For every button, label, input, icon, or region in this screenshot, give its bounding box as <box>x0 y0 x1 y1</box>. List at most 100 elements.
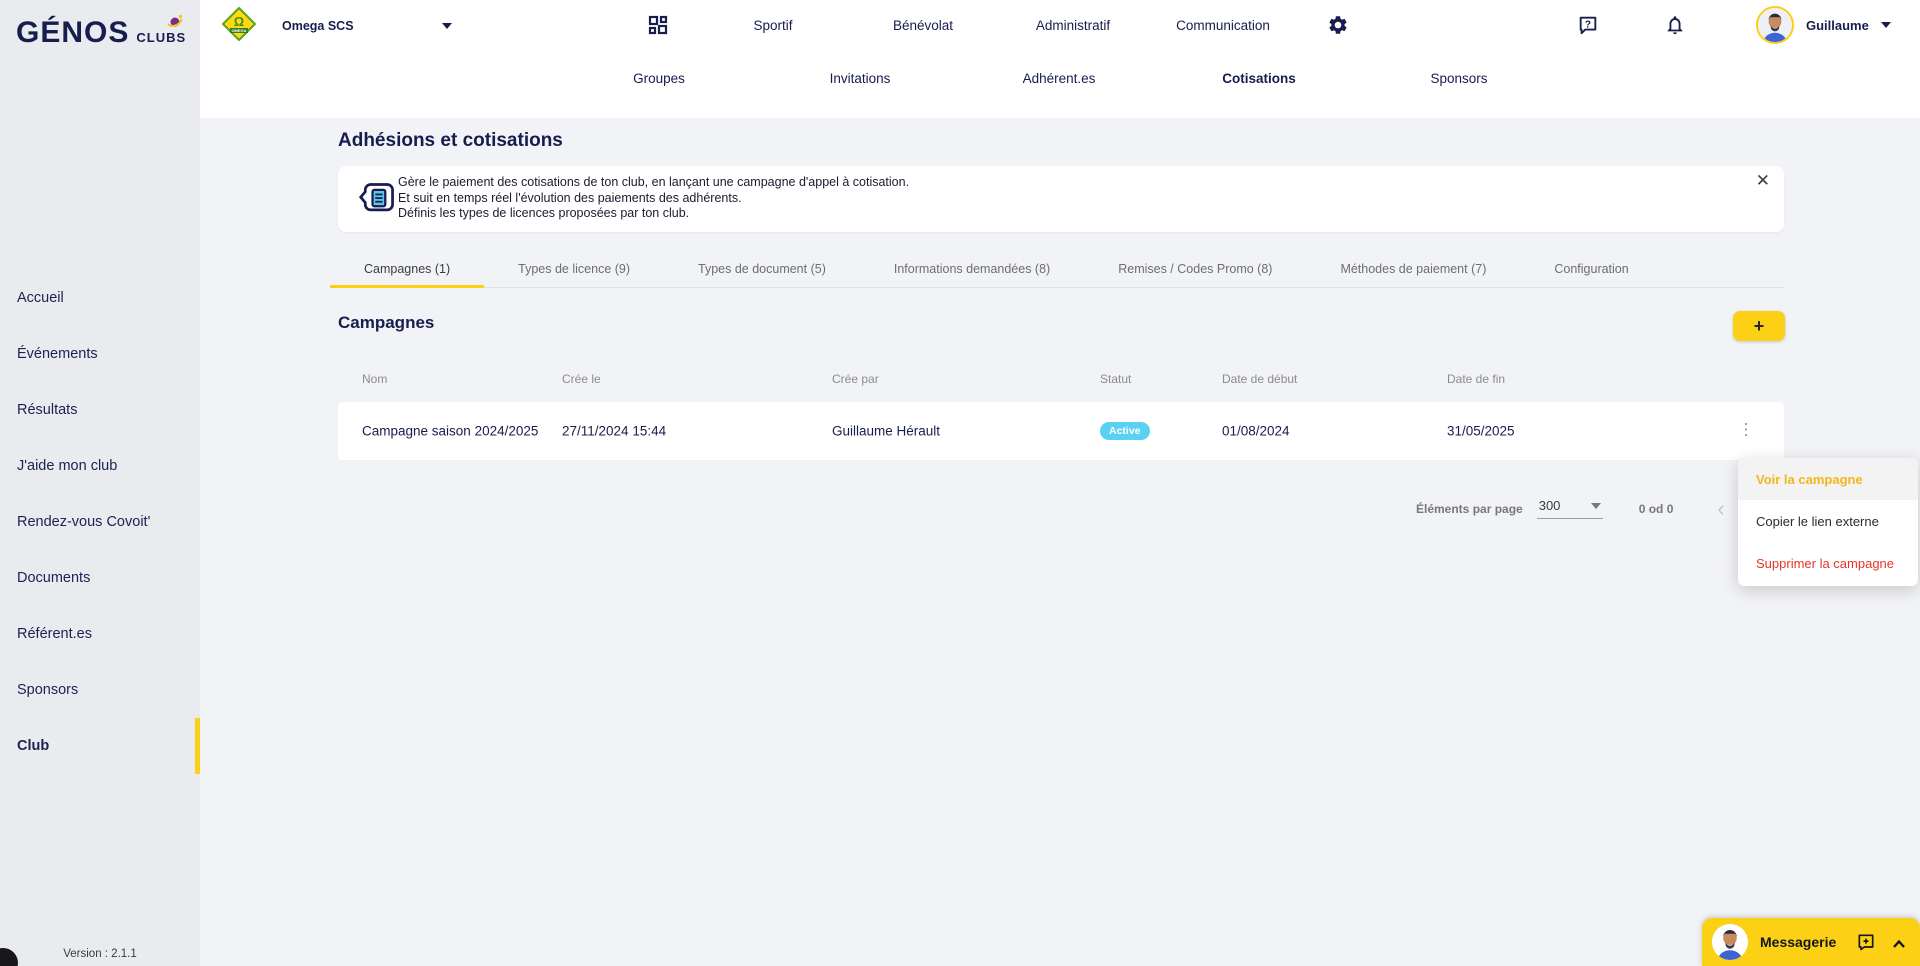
club-selector[interactable]: Ω OMEGA Omega SCS <box>222 8 452 44</box>
nav-item-label: Sportif <box>753 18 792 33</box>
subnav-item-invitations[interactable]: Invitations <box>830 50 891 106</box>
page-size-value: 300 <box>1539 498 1561 513</box>
dashboard-grid-icon[interactable] <box>647 0 669 50</box>
sidebar-item-label: Club <box>17 738 49 754</box>
help-icon[interactable]: ? <box>1577 0 1599 50</box>
cell-start-date: 01/08/2024 <box>1222 424 1290 439</box>
sidebar-item-label: Événements <box>17 346 98 362</box>
subnav-item-sponsors[interactable]: Sponsors <box>1430 50 1487 106</box>
intro-line-2: Et suit en temps réel l'évolution des pa… <box>398 191 909 207</box>
user-menu[interactable]: Guillaume <box>1756 0 1891 50</box>
add-campaign-button[interactable]: + <box>1733 311 1785 341</box>
menu-item-voir-la-campagne[interactable]: Voir la campagne <box>1738 458 1918 500</box>
row-context-menu: Voir la campagne Copier le lien externe … <box>1738 458 1918 586</box>
intro-text: Gère le paiement des cotisations de ton … <box>398 175 909 222</box>
brand-name: GÉNOS <box>16 16 129 50</box>
tab-methodes-de-paiement[interactable]: Méthodes de paiement (7) <box>1306 252 1520 288</box>
status-badge: Active <box>1100 422 1150 440</box>
sidebar-item-label: Rendez-vous Covoit' <box>17 514 150 530</box>
page-title: Adhésions et cotisations <box>338 130 563 152</box>
sidebar-item-label: Résultats <box>17 402 77 418</box>
table-row: Campagne saison 2024/2025 27/11/2024 15:… <box>338 402 1784 460</box>
chevron-up-icon[interactable] <box>1892 936 1906 954</box>
tab-types-de-document[interactable]: Types de document (5) <box>664 252 860 288</box>
section-title: Campagnes <box>338 313 434 333</box>
nav-item-label: Administratif <box>1036 18 1110 33</box>
row-actions-kebab-icon[interactable]: ⋮ <box>1736 423 1756 440</box>
paginator: Éléments par page 300 0 od 0 ‹ <box>1416 498 1725 519</box>
cell-end-date: 31/05/2025 <box>1447 424 1515 439</box>
svg-text:?: ? <box>1585 19 1591 30</box>
app-version: Version : 2.1.1 <box>0 948 200 960</box>
nav-item-label: Communication <box>1176 18 1270 33</box>
nav-item-administratif[interactable]: Administratif <box>1036 0 1110 50</box>
paginator-label: Éléments par page <box>1416 502 1523 516</box>
chevron-down-icon <box>1881 22 1891 28</box>
column-header-date-debut: Date de début <box>1222 372 1297 386</box>
sidebar-item-documents[interactable]: Documents <box>0 550 200 606</box>
paginator-range: 0 od 0 <box>1639 502 1674 516</box>
close-icon[interactable]: ✕ <box>1756 172 1770 189</box>
cell-created-by: Guillaume Hérault <box>832 424 940 439</box>
subnav-item-label: Invitations <box>830 71 891 86</box>
subnav-item-label: Sponsors <box>1430 71 1487 86</box>
sidebar-item-label: Sponsors <box>17 682 78 698</box>
tab-campagnes[interactable]: Campagnes (1) <box>330 252 484 288</box>
new-message-icon[interactable] <box>1856 932 1876 957</box>
intro-card: Gère le paiement des cotisations de ton … <box>338 166 1784 232</box>
tab-types-de-licence[interactable]: Types de licence (9) <box>484 252 664 288</box>
nav-item-sportif[interactable]: Sportif <box>753 0 792 50</box>
sidebar-menu: Accueil Événements Résultats J'aide mon … <box>0 270 200 774</box>
sidebar-item-label: J'aide mon club <box>17 458 117 474</box>
svg-text:Ω: Ω <box>234 14 244 29</box>
chevron-down-icon <box>442 23 452 29</box>
messenger-avatar <box>1712 924 1748 960</box>
sidebar: GÉNOS CLUBS Accueil Événements Résultats… <box>0 0 200 966</box>
sidebar-item-evenements[interactable]: Événements <box>0 326 200 382</box>
messenger-label: Messagerie <box>1760 934 1836 950</box>
column-header-cree-le: Crée le <box>562 372 601 386</box>
top-header: Ω OMEGA Omega SCS Sportif Bénévolat Admi… <box>200 0 1920 118</box>
subnav-item-label: Groupes <box>633 71 685 86</box>
document-bubble-icon <box>358 179 398 224</box>
avatar <box>1756 6 1794 44</box>
tab-remises-codes-promo[interactable]: Remises / Codes Promo (8) <box>1084 252 1306 288</box>
settings-gear-icon[interactable] <box>1327 0 1349 50</box>
subnav: Groupes Invitations Adhérent.es Cotisati… <box>200 50 1920 106</box>
sidebar-item-rendez-vous-covoit[interactable]: Rendez-vous Covoit' <box>0 494 200 550</box>
nav-item-communication[interactable]: Communication <box>1176 0 1270 50</box>
svg-text:OMEGA: OMEGA <box>231 28 246 33</box>
subnav-item-adherentes[interactable]: Adhérent.es <box>1023 50 1096 106</box>
messenger-bar[interactable]: Messagerie <box>1702 918 1920 966</box>
subnav-item-groupes[interactable]: Groupes <box>633 50 685 106</box>
intro-line-3: Définis les types de licences proposées … <box>398 206 909 222</box>
sidebar-item-jaide-mon-club[interactable]: J'aide mon club <box>0 438 200 494</box>
tab-bar: Campagnes (1) Types de licence (9) Types… <box>330 252 1784 288</box>
column-header-cree-par: Crée par <box>832 372 879 386</box>
nav-item-benevolat[interactable]: Bénévolat <box>893 0 953 50</box>
chevron-down-icon <box>1591 503 1601 509</box>
sidebar-item-club[interactable]: Club <box>0 718 200 774</box>
menu-item-copier-le-lien-externe[interactable]: Copier le lien externe <box>1738 500 1918 542</box>
page-size-select[interactable]: 300 <box>1537 498 1603 519</box>
menu-item-supprimer-la-campagne[interactable]: Supprimer la campagne <box>1738 542 1918 584</box>
notifications-bell-icon[interactable] <box>1664 0 1686 50</box>
table-header: Nom Crée le Crée par Statut Date de débu… <box>338 372 1784 390</box>
tab-configuration[interactable]: Configuration <box>1520 252 1662 288</box>
main-shell: Ω OMEGA Omega SCS Sportif Bénévolat Admi… <box>200 0 1920 966</box>
brand-logo: GÉNOS CLUBS <box>16 16 186 50</box>
tab-informations-demandees[interactable]: Informations demandées (8) <box>860 252 1084 288</box>
column-header-statut: Statut <box>1100 372 1131 386</box>
intro-line-1: Gère le paiement des cotisations de ton … <box>398 175 909 191</box>
status-badge-label: Active <box>1100 422 1150 440</box>
subnav-item-cotisations[interactable]: Cotisations <box>1222 50 1296 106</box>
column-header-nom: Nom <box>362 372 387 386</box>
sidebar-item-referentes[interactable]: Référent.es <box>0 606 200 662</box>
club-name: Omega SCS <box>282 19 354 33</box>
sidebar-item-accueil[interactable]: Accueil <box>0 270 200 326</box>
subnav-item-label: Adhérent.es <box>1023 71 1096 86</box>
sidebar-item-resultats[interactable]: Résultats <box>0 382 200 438</box>
sidebar-item-sponsors[interactable]: Sponsors <box>0 662 200 718</box>
sidebar-item-label: Accueil <box>17 290 64 306</box>
brand-planet-icon <box>166 13 184 34</box>
